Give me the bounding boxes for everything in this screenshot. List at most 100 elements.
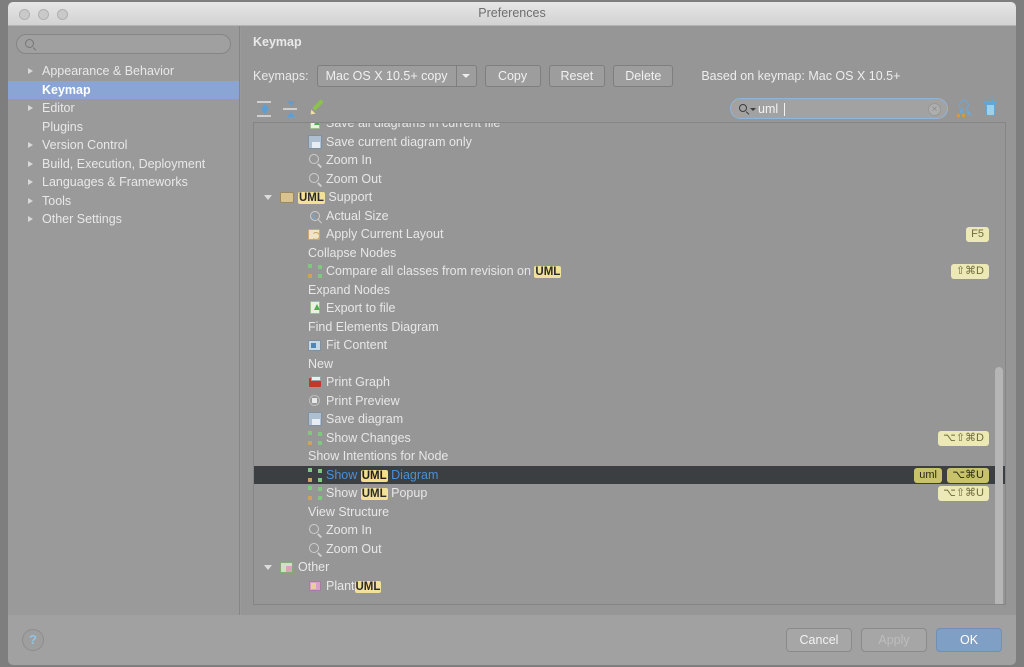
zoom-out-icon — [308, 542, 322, 556]
sidebar-search-wrap — [8, 26, 239, 54]
tree-row-label: Actual Size — [326, 208, 389, 223]
export-icon — [308, 301, 322, 315]
search-match-highlight: UML — [534, 266, 562, 278]
clear-filter-trash-icon[interactable] — [982, 99, 1000, 118]
text-caret — [784, 103, 785, 116]
tree-action-row[interactable]: Show Intentions for Node — [254, 447, 1005, 466]
actual-size-icon — [308, 209, 322, 227]
chevron-down-icon[interactable] — [264, 564, 272, 570]
tree-action-row[interactable]: Zoom Out — [254, 540, 1005, 559]
tree-group-row[interactable]: Other — [254, 558, 1005, 577]
tree-action-row[interactable]: Expand Nodes — [254, 281, 1005, 300]
tree-action-row[interactable]: View Structure — [254, 503, 1005, 522]
sidebar-item-label: Build, Execution, Deployment — [42, 156, 206, 171]
keymap-actions-tree[interactable]: Save all diagrams in current file Save cu… — [253, 122, 1006, 605]
tree-action-row[interactable]: Compare all classes from revision on UML… — [254, 262, 1005, 281]
tree-action-row[interactable]: Zoom Out — [254, 170, 1005, 189]
tree-action-row[interactable]: Save current diagram only — [254, 133, 1005, 152]
tree-row-label: Expand Nodes — [308, 282, 391, 297]
tree-action-row[interactable]: Apply Current Layout F5 — [254, 225, 1005, 244]
tree-row-label: Compare all classes from revision on UML — [326, 264, 562, 278]
sidebar-item-editor[interactable]: Editor — [8, 99, 239, 118]
keymap-find-input[interactable]: uml × — [730, 98, 948, 119]
sidebar-item-label: Plugins — [42, 119, 83, 134]
sidebar-item-label: Languages & Frameworks — [42, 175, 188, 189]
tree-action-row[interactable]: Save diagram — [254, 410, 1005, 429]
tree-row-label: Zoom In — [326, 523, 372, 537]
clear-search-icon[interactable]: × — [928, 103, 941, 116]
delete-keymap-button[interactable]: Delete — [613, 65, 674, 87]
copy-keymap-button[interactable]: Copy — [484, 65, 541, 87]
tree-action-row[interactable]: Fit Content — [254, 336, 1005, 355]
tree-action-row[interactable]: Show Changes ⌥⇧⌘D — [254, 429, 1005, 448]
tree-action-row[interactable]: Actual Size — [254, 207, 1005, 227]
sidebar-search-input[interactable] — [16, 34, 231, 54]
tree-action-row[interactable]: Show UML Diagram uml ⌥⌘U — [254, 465, 1005, 484]
chevron-down-icon[interactable] — [264, 194, 272, 200]
keymap-find-value: uml — [758, 102, 779, 116]
tree-action-row[interactable]: Zoom In — [254, 151, 1005, 170]
fit-icon — [308, 338, 322, 352]
preview-icon — [308, 394, 322, 408]
sidebar-nav-list: Appearance & Behavior Keymap Editor Plugins… — [8, 62, 239, 229]
tree-row-label: Collapse Nodes — [308, 245, 397, 260]
edit-pencil-icon[interactable] — [308, 99, 327, 118]
keyboard-shortcut-chip: F5 — [966, 227, 989, 242]
filter-by-shortcut-icon[interactable] — [956, 99, 974, 118]
tree-action-row[interactable]: Show UML Popup ⌥⇧⌘U — [254, 484, 1005, 503]
help-button[interactable]: ? — [22, 629, 44, 651]
cancel-button[interactable]: Cancel — [786, 628, 852, 652]
chevron-right-icon — [28, 142, 33, 148]
tree-action-row[interactable]: Collapse Nodes — [254, 244, 1005, 263]
sidebar-item-plugins[interactable]: Plugins — [8, 118, 239, 137]
sidebar-item-keymap[interactable]: Keymap — [8, 80, 239, 99]
sidebar-item-label: Tools — [42, 193, 72, 208]
window-titlebar: Preferences — [8, 2, 1016, 26]
sidebar-item-appearance-behavior[interactable]: Appearance & Behavior — [8, 62, 239, 81]
tree-row-label: Show Intentions for Node — [308, 449, 449, 463]
sidebar-item-label: Other Settings — [42, 212, 122, 226]
tree-action-row[interactable]: Print Preview — [254, 392, 1005, 411]
tree-action-row[interactable]: Find Elements Diagram — [254, 318, 1005, 337]
sidebar-item-languages-frameworks[interactable]: Languages & Frameworks — [8, 173, 239, 192]
tree-row-label: Save all diagrams in current file — [326, 122, 501, 130]
tree-row-label: New — [308, 356, 334, 371]
chevron-down-icon[interactable] — [750, 108, 756, 111]
keyboard-shortcut-chip: ⌥⇧⌘D — [938, 430, 989, 446]
tree-row-label: Print Preview — [326, 393, 400, 408]
collapse-all-icon[interactable] — [281, 100, 299, 118]
search-match-highlight: UML — [360, 469, 388, 482]
sidebar-item-label: Editor — [42, 101, 75, 115]
zoom-in-icon — [308, 153, 322, 167]
tree-group-row[interactable]: UML Support — [254, 188, 1005, 207]
expand-all-icon[interactable] — [255, 100, 273, 118]
vertical-scrollbar[interactable] — [995, 367, 1003, 604]
chevron-right-icon — [28, 160, 33, 167]
sidebar-item-build-execution-deployment[interactable]: Build, Execution, Deployment — [8, 155, 239, 174]
tree-row-label: Show UML Diagram — [326, 467, 439, 482]
tree-action-row[interactable]: Zoom In — [254, 521, 1005, 540]
tree-row-label: PlantUML — [326, 578, 382, 593]
tree-row-label: Show Changes — [326, 430, 411, 445]
dialog-action-buttons: Cancel Apply OK — [786, 628, 1002, 652]
tree-row-label: UML Support — [298, 190, 373, 204]
tree-row-label: Apply Current Layout — [326, 227, 444, 241]
search-match-highlight: UML — [298, 192, 325, 204]
tree-action-row[interactable]: Print Graph — [254, 373, 1005, 392]
tree-action-row[interactable]: Save all diagrams in current file — [254, 122, 1005, 133]
sidebar-item-other-settings[interactable]: Other Settings — [8, 210, 239, 229]
sidebar-item-tools[interactable]: Tools — [8, 192, 239, 211]
tree-row-label: View Structure — [308, 504, 390, 519]
reset-keymap-button[interactable]: Reset — [548, 65, 606, 87]
tree-action-row[interactable]: Export to file — [254, 299, 1005, 318]
tree-action-row[interactable]: PlantUML — [254, 577, 1005, 596]
keymap-selection-row: Keymaps: Mac OS X 10.5+ copy Copy Reset … — [253, 64, 1006, 88]
keymap-dropdown[interactable]: Mac OS X 10.5+ copy — [316, 65, 477, 87]
tree-action-row[interactable]: New — [254, 355, 1005, 374]
apply-button[interactable]: Apply — [861, 628, 927, 652]
ok-button[interactable]: OK — [936, 628, 1002, 652]
page-title: Keymap — [253, 35, 302, 49]
sidebar-item-label: Appearance & Behavior — [42, 64, 175, 78]
chevron-right-icon — [28, 179, 33, 185]
sidebar-item-version-control[interactable]: Version Control — [8, 136, 239, 155]
